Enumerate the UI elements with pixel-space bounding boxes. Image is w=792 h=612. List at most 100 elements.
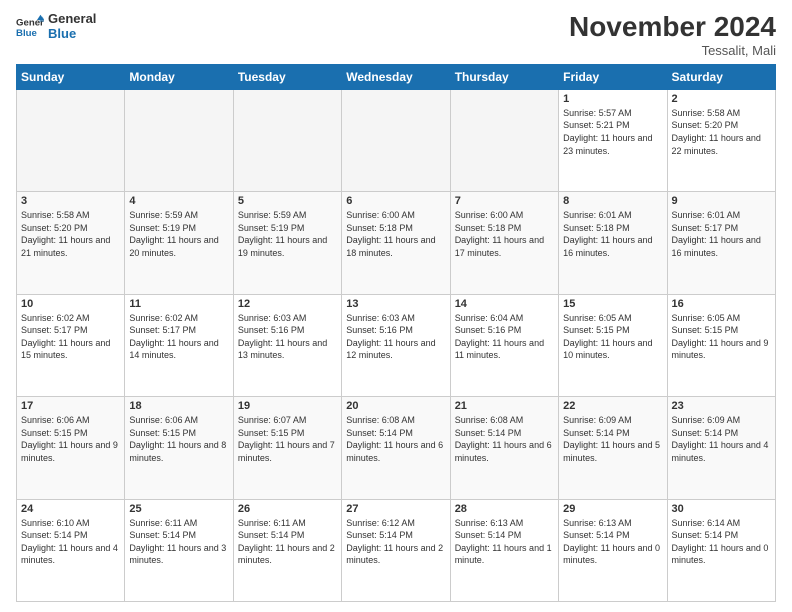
sunset-label: Sunset: [455, 223, 486, 233]
sunrise-label: Sunrise: [346, 210, 379, 220]
daylight-label: Daylight: 11 hours and 19 minutes. [238, 235, 327, 258]
day-number: 8 [563, 195, 662, 207]
day-number: 21 [455, 400, 554, 412]
sunset-label: Sunset: [563, 530, 594, 540]
sunrise-label: Sunrise: [563, 210, 596, 220]
calendar-cell: 13Sunrise: 6:03 AMSunset: 5:16 PMDayligh… [342, 294, 450, 396]
daylight-label: Daylight: 11 hours and 2 minutes. [238, 543, 335, 566]
calendar-cell: 25 Sunrise: 6:11 AMSunset: 5:14 PMDayligh… [125, 499, 233, 601]
daylight-label: Daylight: 11 hours and 11 minutes. [455, 338, 544, 361]
sunset-label: Sunset: [563, 325, 594, 335]
calendar-cell: 20 Sunrise: 6:08 AMSunset: 5:14 PMDayligh… [342, 397, 450, 499]
sunset-label: Sunset: [21, 428, 52, 438]
calendar-cell: 27Sunrise: 6:12 AMSunset: 5:14 PMDayligh… [342, 499, 450, 601]
day-info: Sunrise: 6:13 AMSunset: 5:14 PMDaylight:… [563, 517, 662, 567]
sunset-label: Sunset: [455, 428, 486, 438]
sunset-label: Sunset: [346, 223, 377, 233]
day-info: Sunrise: 6:03 AMSunset: 5:16 PMDaylight:… [346, 312, 445, 362]
daylight-label: Daylight: 11 hours and 0 minutes. [672, 543, 769, 566]
day-number: 10 [21, 298, 120, 310]
title-block: November 2024 Tessalit, Mali [569, 12, 776, 58]
sunset-label: Sunset: [563, 428, 594, 438]
sunset-label: Sunset: [563, 223, 594, 233]
day-info: Sunrise: 6:06 AMSunset: 5:15 PMDaylight:… [21, 414, 120, 464]
day-info: Sunrise: 6:01 AMSunset: 5:18 PMDaylight:… [563, 209, 662, 259]
day-info: Sunrise: 5:57 AMSunset: 5:21 PMDaylight:… [563, 107, 662, 157]
day-number: 9 [672, 195, 771, 207]
sunset-label: Sunset: [129, 325, 160, 335]
daylight-label: Daylight: 11 hours and 8 minutes. [129, 440, 226, 463]
sunset-label: Sunset: [563, 120, 594, 130]
calendar-cell: 2 Sunrise: 5:58 AMSunset: 5:20 PMDaylight… [667, 89, 775, 191]
day-info: Sunrise: 6:11 AMSunset: 5:14 PMDaylight:… [129, 517, 228, 567]
calendar-week-row: 17 Sunrise: 6:06 AMSunset: 5:15 PMDayligh… [17, 397, 776, 499]
sunrise-label: Sunrise: [238, 415, 271, 425]
day-number: 4 [129, 195, 228, 207]
sunrise-label: Sunrise: [672, 313, 705, 323]
logo-text-general: General [48, 12, 96, 27]
sunrise-label: Sunrise: [563, 415, 596, 425]
daylight-label: Daylight: 11 hours and 23 minutes. [563, 133, 652, 156]
daylight-label: Daylight: 11 hours and 9 minutes. [672, 338, 769, 361]
calendar-cell: 23Sunrise: 6:09 AMSunset: 5:14 PMDayligh… [667, 397, 775, 499]
day-info: Sunrise: 6:06 AMSunset: 5:15 PMDaylight:… [129, 414, 228, 464]
day-header-sunday: Sunday [17, 64, 125, 89]
calendar-header-row: SundayMondayTuesdayWednesdayThursdayFrid… [17, 64, 776, 89]
sunrise-label: Sunrise: [238, 210, 271, 220]
calendar-cell [342, 89, 450, 191]
day-info: Sunrise: 5:58 AMSunset: 5:20 PMDaylight:… [672, 107, 771, 157]
day-header-friday: Friday [559, 64, 667, 89]
sunrise-label: Sunrise: [672, 415, 705, 425]
day-info: Sunrise: 6:14 AMSunset: 5:14 PMDaylight:… [672, 517, 771, 567]
sunset-label: Sunset: [455, 325, 486, 335]
sunrise-label: Sunrise: [21, 518, 54, 528]
day-info: Sunrise: 6:05 AMSunset: 5:15 PMDaylight:… [563, 312, 662, 362]
daylight-label: Daylight: 11 hours and 12 minutes. [346, 338, 435, 361]
calendar-cell [17, 89, 125, 191]
day-number: 30 [672, 503, 771, 515]
sunset-label: Sunset: [238, 428, 269, 438]
calendar-cell: 7Sunrise: 6:00 AMSunset: 5:18 PMDaylight… [450, 192, 558, 294]
header: General Blue General Blue November 2024 … [16, 12, 776, 58]
day-number: 25 [129, 503, 228, 515]
day-number: 3 [21, 195, 120, 207]
day-number: 1 [563, 93, 662, 105]
daylight-label: Daylight: 11 hours and 16 minutes. [563, 235, 652, 258]
day-number: 2 [672, 93, 771, 105]
sunset-label: Sunset: [238, 223, 269, 233]
day-number: 29 [563, 503, 662, 515]
logo-text-blue: Blue [48, 27, 96, 42]
daylight-label: Daylight: 11 hours and 16 minutes. [672, 235, 761, 258]
daylight-label: Daylight: 11 hours and 6 minutes. [455, 440, 552, 463]
daylight-label: Daylight: 11 hours and 15 minutes. [21, 338, 110, 361]
calendar-cell: 24Sunrise: 6:10 AMSunset: 5:14 PMDayligh… [17, 499, 125, 601]
day-number: 20 [346, 400, 445, 412]
month-title: November 2024 [569, 12, 776, 43]
calendar-cell: 5Sunrise: 5:59 AMSunset: 5:19 PMDaylight… [233, 192, 341, 294]
calendar-cell: 14Sunrise: 6:04 AMSunset: 5:16 PMDayligh… [450, 294, 558, 396]
sunrise-label: Sunrise: [455, 210, 488, 220]
day-info: Sunrise: 6:08 AMSunset: 5:14 PMDaylight:… [346, 414, 445, 464]
day-number: 24 [21, 503, 120, 515]
daylight-label: Daylight: 11 hours and 9 minutes. [21, 440, 118, 463]
sunrise-label: Sunrise: [455, 518, 488, 528]
calendar-week-row: 1 Sunrise: 5:57 AMSunset: 5:21 PMDaylight… [17, 89, 776, 191]
daylight-label: Daylight: 11 hours and 5 minutes. [563, 440, 660, 463]
calendar-cell: 17 Sunrise: 6:06 AMSunset: 5:15 PMDayligh… [17, 397, 125, 499]
daylight-label: Daylight: 11 hours and 2 minutes. [346, 543, 443, 566]
sunrise-label: Sunrise: [346, 313, 379, 323]
calendar-cell: 1 Sunrise: 5:57 AMSunset: 5:21 PMDaylight… [559, 89, 667, 191]
day-number: 19 [238, 400, 337, 412]
sunrise-label: Sunrise: [672, 518, 705, 528]
sunrise-label: Sunrise: [563, 108, 596, 118]
calendar-cell: 11Sunrise: 6:02 AMSunset: 5:17 PMDayligh… [125, 294, 233, 396]
sunrise-label: Sunrise: [21, 415, 54, 425]
day-number: 17 [21, 400, 120, 412]
sunrise-label: Sunrise: [129, 313, 162, 323]
sunset-label: Sunset: [346, 530, 377, 540]
day-header-monday: Monday [125, 64, 233, 89]
sunset-label: Sunset: [672, 325, 703, 335]
day-header-thursday: Thursday [450, 64, 558, 89]
calendar-cell: 8 Sunrise: 6:01 AMSunset: 5:18 PMDaylight… [559, 192, 667, 294]
day-info: Sunrise: 6:05 AMSunset: 5:15 PMDaylight:… [672, 312, 771, 362]
